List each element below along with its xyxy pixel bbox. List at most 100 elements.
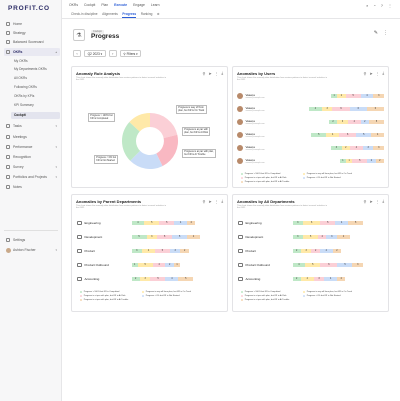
bar-segment[interactable]: 3 (337, 120, 348, 124)
bar-segment[interactable]: 1 (173, 263, 181, 267)
stacked-bar[interactable]: 23545 (131, 277, 194, 281)
user-row[interactable]: Vasena vasena@example.com 2 3 4 2 5 (237, 117, 384, 127)
sidebar-subitem-my-okrs[interactable]: My OKRs (11, 58, 60, 65)
bar-segment[interactable]: 3 (131, 249, 143, 253)
sidebar-item-settings[interactable]: Settings (4, 236, 60, 244)
share-icon[interactable]: ➤ (369, 199, 372, 204)
stacked-bar[interactable]: 45542 (131, 221, 196, 225)
previous-period-button[interactable]: ‹ (73, 50, 82, 57)
bar-segment[interactable]: 6 (366, 107, 384, 111)
bar-segment[interactable]: 4 (350, 146, 363, 150)
stacked-bar[interactable]: 23242 (292, 249, 342, 253)
bar-segment[interactable]: 3 (373, 146, 384, 150)
legend-item[interactable]: Progress is at par with plan, but KR is … (80, 299, 128, 302)
legend-item[interactable]: Progress is way off from plan, but KR is… (303, 291, 352, 294)
more-icon[interactable]: ⋮ (376, 71, 380, 76)
tab-check-in-discipline[interactable]: Check-in discipline (71, 12, 98, 17)
bar-segment[interactable]: 6 (349, 107, 367, 111)
top-nav-plan[interactable]: Plan (101, 3, 108, 7)
stacked-bar[interactable]: 24342 (292, 277, 346, 281)
bar-segment[interactable]: 5 (131, 235, 147, 239)
stacked-bar[interactable]: 43666 (309, 107, 384, 111)
department-row[interactable]: Engineering 4 5 5 4 2 (77, 219, 223, 227)
more-icon[interactable]: ⋮ (215, 71, 219, 76)
top-nav-okrs[interactable]: OKRs (69, 3, 78, 7)
legend-item[interactable]: Progress is way off from plan, but KR is… (303, 173, 352, 176)
tab-alignments[interactable]: Alignments (102, 12, 118, 17)
bar-segment[interactable]: 3 (300, 249, 312, 253)
filter-icon[interactable]: ⚲ (364, 199, 367, 204)
sidebar-subitem-my-departments-okrs[interactable]: My Departments OKRs (11, 66, 60, 73)
bar-segment[interactable]: 4 (347, 120, 361, 124)
stacked-bar[interactable]: 35234 (292, 235, 350, 239)
bar-segment[interactable]: 2 (360, 120, 369, 124)
download-icon[interactable]: ⤓ (221, 199, 223, 204)
download-icon[interactable]: ⤓ (221, 71, 223, 76)
filter-icon[interactable]: ⚲ (203, 71, 206, 76)
legend-item[interactable]: Progress is way off from plan, but KR is… (142, 291, 191, 294)
bar-segment[interactable]: 5 (337, 263, 353, 267)
more-icon[interactable]: ⋮ (383, 30, 388, 36)
sidebar-item-meetings[interactable]: Meetings (4, 133, 60, 141)
legend-item[interactable]: Progress is at par with plan, but KR is … (241, 299, 289, 302)
search-icon[interactable]: ⌕ (366, 3, 368, 8)
bar-segment[interactable]: 2 (131, 277, 140, 281)
sidebar-subitem-following-okrs[interactable]: Following OKRs (11, 84, 60, 91)
bar-segment[interactable]: 5 (352, 159, 368, 163)
sidebar-item-okrs[interactable]: OKRs ▴ (4, 48, 60, 56)
share-icon[interactable]: ➤ (369, 71, 372, 76)
user-row[interactable]: Vasena vasena@example.com 1 2 5 4 3 (237, 91, 384, 101)
sidebar-subitem-okrs-by-kpis[interactable]: OKRs by KPIs (11, 93, 60, 100)
download-icon[interactable]: ⤓ (382, 199, 384, 204)
bar-segment[interactable]: 4 (152, 263, 166, 267)
sidebar-item-tasks[interactable]: Tasks ▾ (4, 122, 60, 130)
share-icon[interactable]: ➤ (208, 71, 211, 76)
bar-segment[interactable]: 2 (328, 120, 338, 124)
bar-segment[interactable]: 3 (146, 235, 158, 239)
bar-segment[interactable]: 3 (373, 94, 384, 98)
bar-segment[interactable]: 5 (144, 221, 160, 225)
bar-segment[interactable]: 4 (371, 133, 384, 137)
department-row[interactable]: Development 5 3 5 5 4 (77, 233, 223, 241)
bar-segment[interactable]: 4 (337, 235, 350, 239)
bar-segment[interactable]: 2 (337, 94, 346, 98)
top-nav-engage[interactable]: Engage (133, 3, 145, 7)
donut-slice-at-risk[interactable] (150, 112, 178, 139)
bar-segment[interactable]: 5 (172, 235, 188, 239)
legend-item[interactable]: Progress is at par with plan, but KR is … (241, 295, 286, 298)
top-nav-cockpit[interactable]: Cockpit (84, 3, 95, 7)
bar-segment[interactable]: 2 (318, 235, 327, 239)
stacked-bar[interactable]: 12543 (331, 94, 384, 98)
department-row[interactable]: Product 3 4 5 3 2 (77, 247, 223, 255)
bar-segment[interactable]: 3 (169, 249, 181, 253)
bar-segment[interactable]: 6 (303, 221, 321, 225)
bar-segment[interactable]: 4 (360, 94, 374, 98)
department-row[interactable]: Product Outbound 4 5 6 5 3 (238, 261, 384, 269)
stacked-bar[interactable]: 11522 (339, 159, 384, 163)
bar-segment[interactable]: 2 (292, 249, 301, 253)
user-row[interactable]: Vasena vasena@example.com 5 4 6 5 4 (237, 130, 384, 140)
top-nav-execute[interactable]: Execute (114, 3, 127, 7)
stacked-bar[interactable]: 15421 (131, 263, 181, 267)
stacked-bar[interactable]: 23425 (328, 120, 384, 124)
bar-segment[interactable]: 4 (324, 277, 338, 281)
stacked-bar[interactable]: 54654 (311, 133, 384, 137)
sidebar-item-strategy[interactable]: Strategy (4, 29, 60, 37)
bar-segment[interactable]: 5 (159, 221, 175, 225)
sidebar-item-survey[interactable]: Survey ▾ (4, 163, 60, 171)
bar-segment[interactable]: 5 (150, 277, 166, 281)
sidebar-subitem-cockpit[interactable]: Cockpit (11, 112, 60, 119)
bar-segment[interactable]: 4 (319, 249, 333, 253)
notification-icon[interactable]: ◔ (373, 3, 375, 8)
bar-segment[interactable]: 2 (332, 249, 342, 253)
bar-segment[interactable]: 2 (311, 249, 320, 253)
bar-segment[interactable]: 4 (131, 221, 145, 225)
top-nav-learn[interactable]: Learn (151, 3, 160, 7)
bar-segment[interactable]: 3 (139, 277, 151, 281)
bar-segment[interactable]: 5 (348, 221, 364, 225)
stacked-bar[interactable]: 53554 (131, 235, 200, 239)
help-icon[interactable]: ? (381, 3, 383, 8)
department-row[interactable]: Development 3 5 2 3 4 (238, 233, 384, 241)
legend-item[interactable]: Progress < 0% but KR is Not Started (303, 295, 340, 298)
bar-segment[interactable]: 4 (142, 249, 155, 253)
